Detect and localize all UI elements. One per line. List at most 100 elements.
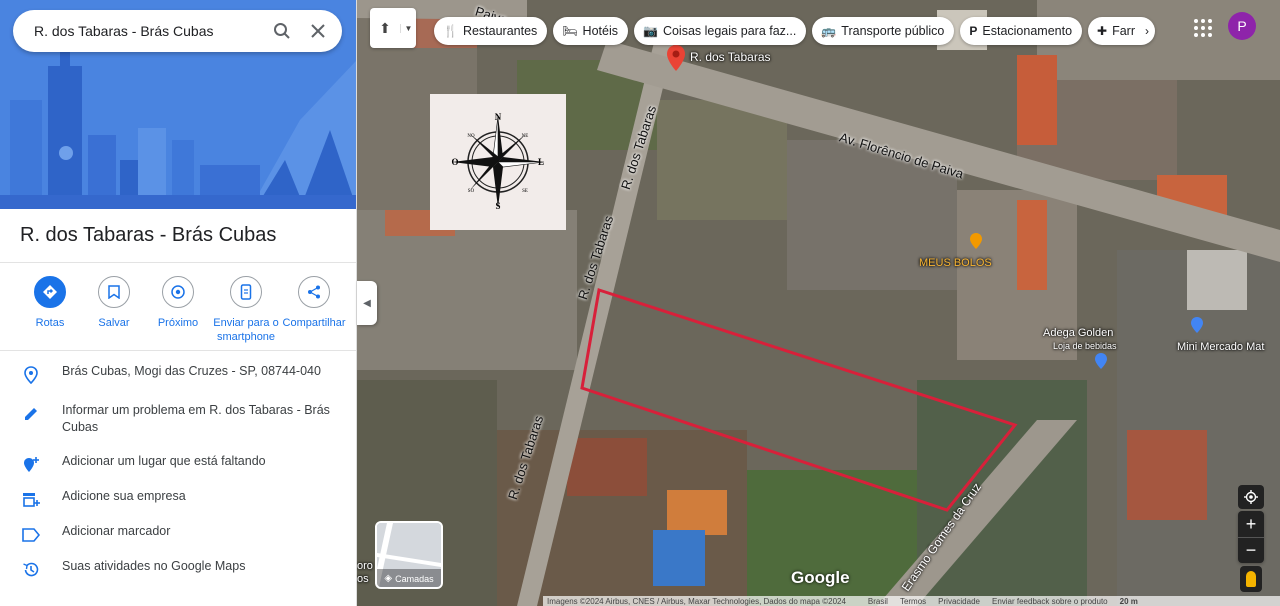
terms-link[interactable]: Termos: [900, 597, 926, 606]
search-input[interactable]: R. dos Tabaras - Brás Cubas: [34, 23, 264, 39]
activity-row[interactable]: Suas atividades no Google Maps: [0, 558, 356, 593]
share-button[interactable]: Compartilhar: [282, 276, 346, 344]
poi-meus-bolos[interactable]: MEUS BOLOS: [919, 257, 992, 269]
chip-label: Restaurantes: [462, 24, 538, 38]
bed-icon: 🛏: [562, 24, 578, 38]
save-label: Salvar: [98, 317, 130, 329]
add-missing-place-row[interactable]: Adicionar um lugar que está faltando: [0, 453, 356, 488]
chip-parking[interactable]: P Estacionamento: [960, 17, 1083, 45]
zoom-in-button[interactable]: +: [1238, 511, 1264, 537]
map-edge-label-2: os: [357, 573, 369, 585]
chip-restaurants[interactable]: 🍴 Restaurantes: [434, 17, 548, 45]
compass-o: O: [451, 157, 458, 167]
nearby-button[interactable]: Próximo: [146, 276, 210, 344]
compass-rose-overlay: N S O L NE NO SE SO: [430, 94, 566, 230]
share-label: Compartilhar: [282, 317, 346, 329]
my-location-icon: [1244, 490, 1258, 504]
google-logo: Google: [791, 568, 850, 587]
zoom-out-button[interactable]: −: [1238, 537, 1264, 563]
collapse-panel-button[interactable]: ◀: [357, 281, 377, 325]
avatar[interactable]: P: [1228, 12, 1256, 40]
map-pin-icon[interactable]: [665, 44, 687, 72]
chip-label: Coisas legais para faz...: [662, 24, 797, 38]
history-icon: [20, 559, 42, 581]
transit-layer-button[interactable]: ⬆ ▼: [370, 8, 416, 48]
chip-label: Farr: [1112, 24, 1136, 38]
share-icon: [298, 276, 330, 308]
poi-mini-mercado[interactable]: Mini Mercado Mat: [1177, 341, 1264, 353]
compass-so: SO: [468, 189, 475, 194]
bakery-pin-icon[interactable]: [969, 232, 983, 250]
feedback-link[interactable]: Enviar feedback sobre o produto: [992, 597, 1108, 606]
phone-icon: [230, 276, 262, 308]
add-label-row[interactable]: Adicionar marcador: [0, 523, 356, 558]
add-business-text: Adicione sua empresa: [62, 489, 186, 503]
activity-text: Suas atividades no Google Maps: [62, 559, 246, 573]
report-problem-text: Informar um problema em R. dos Tabaras -…: [62, 403, 330, 434]
chip-hotels[interactable]: 🛏 Hotéis: [553, 17, 628, 45]
privacy-link[interactable]: Privacidade: [938, 597, 980, 606]
add-business-row[interactable]: Adicione sua empresa: [0, 488, 356, 523]
chip-label: Hotéis: [582, 24, 618, 38]
poi-adega-sub: Loja de bebidas: [1053, 341, 1117, 351]
divider: [0, 350, 356, 351]
map-footer: Imagens ©2024 Airbus, CNES / Airbus, Max…: [543, 596, 1280, 606]
label-icon: [20, 524, 42, 546]
add-label-text: Adicionar marcador: [62, 524, 171, 538]
save-button[interactable]: Salvar: [82, 276, 146, 344]
scale-text[interactable]: 20 m: [1120, 597, 1138, 606]
region-link[interactable]: Brasil: [868, 597, 888, 606]
layers-label: Camadas: [395, 573, 434, 584]
bus-icon: 🚌: [821, 24, 837, 38]
chip-transit[interactable]: 🚌 Transporte público: [812, 17, 955, 45]
camera-icon: 📷: [642, 24, 658, 38]
my-location-button[interactable]: [1238, 485, 1264, 509]
action-bar: Rotas Salvar Próximo Enviar para o smart…: [0, 276, 356, 344]
compass-s: S: [495, 201, 500, 211]
pin-label[interactable]: R. dos Tabaras: [690, 50, 771, 64]
satellite-map[interactable]: R. dos Tabaras Av. Florêncio de Paiva Pa…: [357, 0, 1280, 606]
street-view-pegman[interactable]: [1240, 566, 1262, 592]
layers-button[interactable]: ◈ Camadas: [375, 521, 443, 589]
directions-label: Rotas: [35, 317, 65, 329]
close-icon[interactable]: [300, 13, 336, 49]
chevron-right-icon[interactable]: ›: [1145, 24, 1149, 38]
directions-icon: [34, 276, 66, 308]
layers-icon: ◈: [384, 573, 393, 584]
chevron-down-icon: ▼: [400, 23, 416, 33]
compass-l: L: [538, 157, 544, 167]
send-to-phone-button[interactable]: Enviar para o smartphone: [210, 276, 282, 344]
bookmark-icon: [98, 276, 130, 308]
search-icon[interactable]: [264, 13, 300, 49]
chip-things-to-do[interactable]: 📷 Coisas legais para faz...: [633, 17, 807, 45]
add-missing-place-text: Adicionar um lugar que está faltando: [62, 454, 266, 468]
store-icon: [20, 489, 42, 511]
address-text: Brás Cubas, Mogi das Cruzes - SP, 08744-…: [62, 364, 321, 378]
category-chips: 🍴 Restaurantes 🛏 Hotéis 📷 Coisas legais par…: [434, 17, 1156, 45]
report-problem-row[interactable]: Informar um problema em R. dos Tabaras -…: [0, 402, 356, 453]
chip-label: Estacionamento: [982, 24, 1073, 38]
side-panel: R. dos Tabaras - Brás Cubas R. dos Tabar…: [0, 0, 357, 606]
info-list: Brás Cubas, Mogi das Cruzes - SP, 08744-…: [0, 363, 356, 593]
place-title: R. dos Tabaras - Brás Cubas: [20, 224, 277, 246]
compass-n: N: [495, 112, 502, 122]
compass-se: SE: [522, 189, 528, 194]
pharmacy-icon: ✚: [1097, 24, 1108, 38]
location-pin-icon: [20, 364, 42, 386]
search-box[interactable]: R. dos Tabaras - Brás Cubas: [13, 10, 342, 52]
zoom-control: + −: [1238, 511, 1264, 563]
place-hero-image: R. dos Tabaras - Brás Cubas: [0, 0, 356, 209]
route-icon: ⬆: [379, 19, 391, 36]
fork-knife-icon: 🍴: [443, 24, 458, 38]
address-row[interactable]: Brás Cubas, Mogi das Cruzes - SP, 08744-…: [0, 363, 356, 402]
store-pin-icon[interactable]: [1094, 352, 1108, 370]
satellite-imagery: [357, 0, 1280, 606]
nearby-label: Próximo: [157, 317, 199, 329]
market-pin-icon[interactable]: [1190, 316, 1204, 334]
map-edge-label: oro: [357, 560, 373, 572]
poi-adega-golden[interactable]: Adega Golden: [1043, 327, 1113, 339]
chip-pharmacy[interactable]: ✚ Farr ›: [1088, 17, 1156, 45]
apps-grid-icon[interactable]: [1192, 17, 1214, 39]
chevron-left-icon: ◀: [363, 297, 371, 309]
directions-button[interactable]: Rotas: [18, 276, 82, 344]
